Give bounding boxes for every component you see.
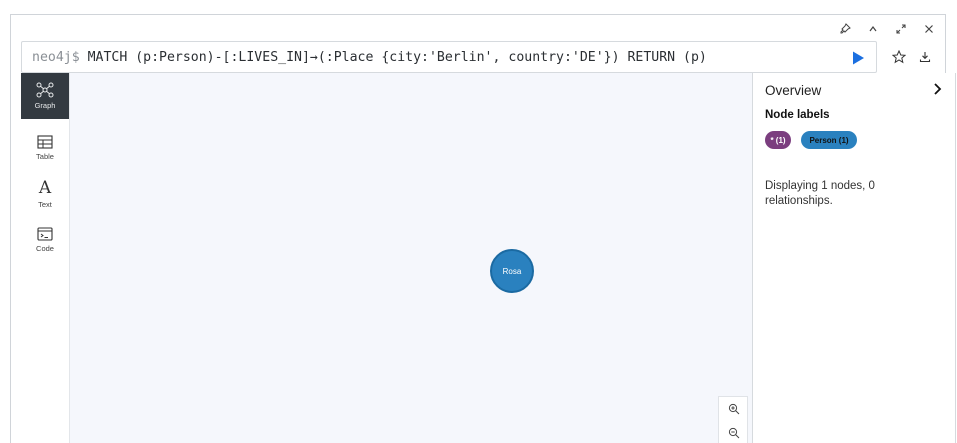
table-icon	[37, 135, 53, 149]
label-pill-all[interactable]: * (1)	[765, 131, 791, 149]
cypher-query[interactable]: MATCH (p:Person)-[:LIVES_IN]→(:Place {ci…	[80, 50, 707, 65]
frame-controls	[837, 21, 937, 37]
zoom-in-button[interactable]	[726, 401, 742, 417]
node-label: Rosa	[502, 266, 522, 276]
code-icon	[37, 227, 53, 241]
collapse-up-icon[interactable]	[865, 21, 881, 37]
node-labels-heading: Node labels	[765, 109, 830, 121]
editor-row: neo4j$ MATCH (p:Person)-[:LIVES_IN]→(:Pl…	[21, 41, 933, 73]
result-frame: neo4j$ MATCH (p:Person)-[:LIVES_IN]→(:Pl…	[10, 14, 956, 443]
sidebar-item-label: Table	[36, 152, 54, 161]
sidebar-item-code[interactable]: Code	[21, 217, 69, 263]
overview-panel: Overview Node labels * (1) Person (1) Di…	[752, 73, 956, 443]
fullscreen-icon[interactable]	[893, 21, 909, 37]
sidebar-item-label: Code	[36, 244, 54, 253]
graph-node[interactable]: Rosa	[490, 249, 534, 293]
zoom-out-icon	[728, 427, 740, 439]
zoom-in-icon	[728, 403, 740, 415]
download-button[interactable]	[915, 47, 935, 67]
sidebar-item-label: Graph	[34, 101, 56, 110]
run-button[interactable]	[850, 50, 866, 66]
sidebar-item-table[interactable]: Table	[21, 125, 69, 171]
sidebar-item-graph[interactable]: Graph	[21, 73, 69, 119]
chevron-right-icon	[934, 83, 942, 95]
graph-canvas[interactable]: Rosa	[69, 73, 752, 443]
editor-prompt: neo4j$	[32, 49, 80, 65]
query-editor[interactable]: neo4j$ MATCH (p:Person)-[:LIVES_IN]→(:Pl…	[21, 41, 877, 73]
play-icon	[853, 51, 864, 65]
view-sidebar: Graph Table A Text Code	[21, 73, 69, 443]
download-icon	[919, 52, 931, 63]
graph-icon	[36, 82, 54, 98]
close-icon[interactable]	[921, 21, 937, 37]
sidebar-item-label: Text	[38, 199, 52, 209]
text-icon: A	[38, 177, 52, 198]
overview-title: Overview	[765, 83, 822, 98]
result-summary: Displaying 1 nodes, 0 relationships.	[765, 180, 875, 207]
zoom-controls	[718, 396, 748, 443]
sidebar-item-text[interactable]: A Text	[21, 171, 69, 217]
star-icon	[892, 50, 906, 64]
collapse-panel-button[interactable]	[929, 81, 945, 97]
zoom-out-button[interactable]	[726, 425, 742, 441]
label-pill-person[interactable]: Person (1)	[801, 131, 857, 149]
pin-icon[interactable]	[837, 21, 853, 37]
favorite-button[interactable]	[889, 47, 909, 67]
